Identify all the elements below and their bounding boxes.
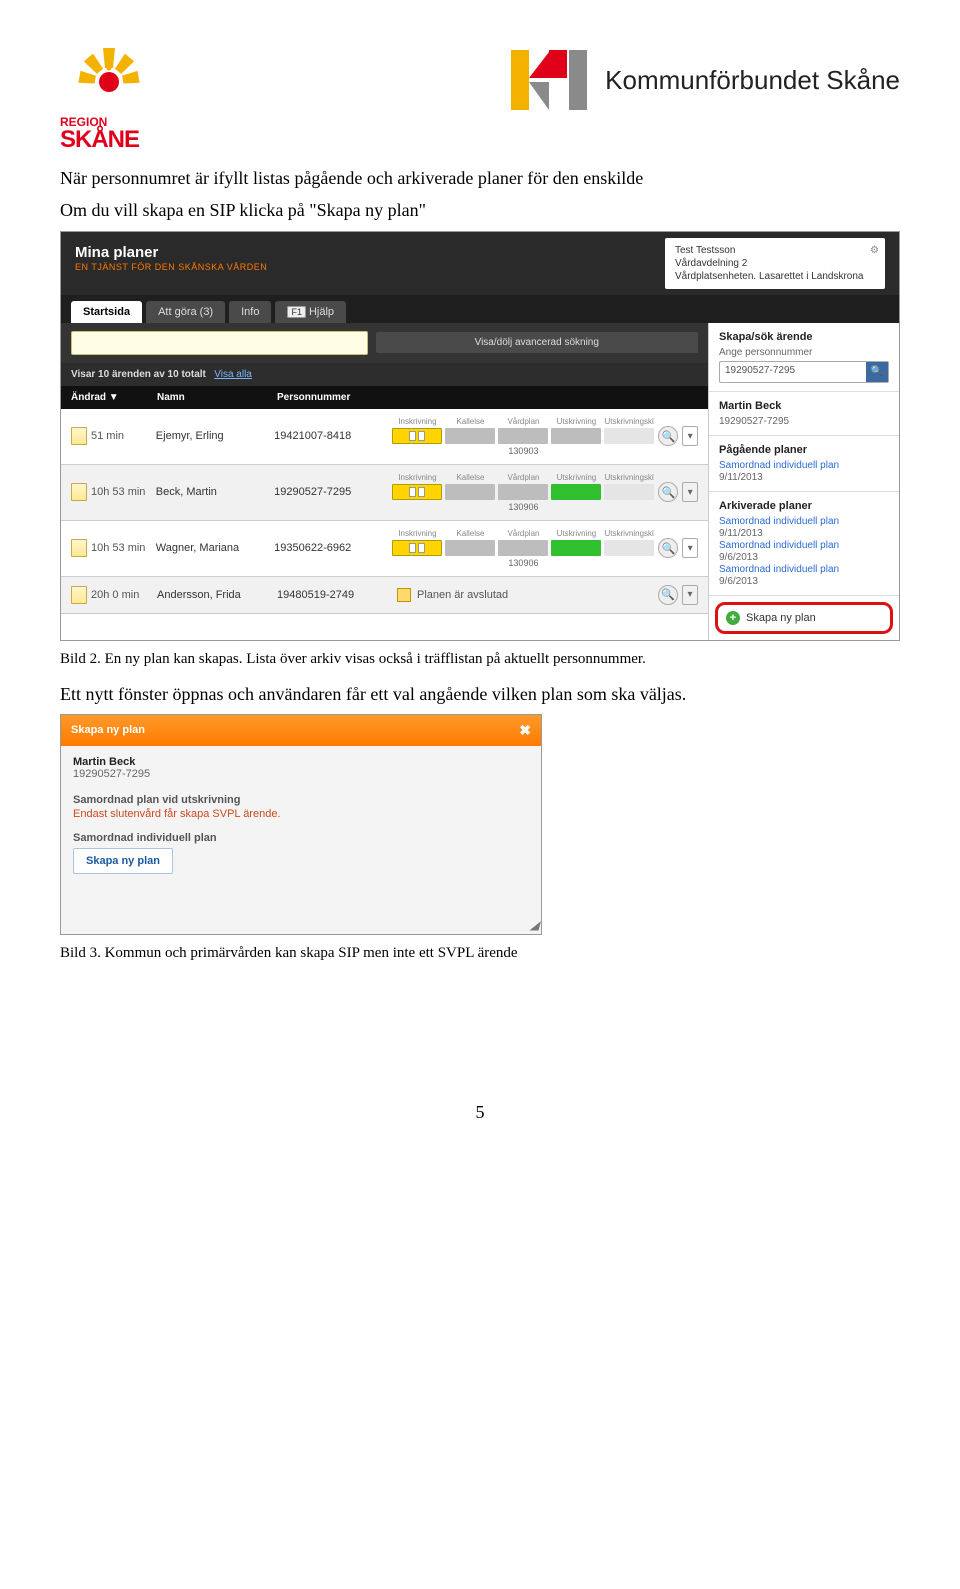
app-title: Mina planer EN TJÄNST FÖR DEN SKÅNSKA VÅ… [75, 238, 267, 289]
tab-hjalp[interactable]: F1Hjälp [275, 301, 346, 323]
para-intro-1: När personnumret är ifyllt listas pågåen… [60, 166, 900, 190]
caption-bild-3: Bild 3. Kommun och primärvården kan skap… [60, 945, 900, 962]
mail-icon [71, 539, 87, 557]
sidebar-person-name: Martin Beck [719, 400, 889, 412]
dialog-section-svpl: Samordnad plan vid utskrivning [73, 794, 529, 806]
table-row[interactable]: 51 min Ejemyr, Erling 19421007-8418 Insk… [61, 409, 708, 465]
col-changed[interactable]: Ändrad ▼ [71, 392, 157, 403]
table-row[interactable]: 20h 0 min Andersson, Frida 19480519-2749… [61, 577, 708, 614]
progress-steps: InskrivningKallelseVårdplanUtskrivningUt… [392, 473, 654, 512]
sidebar-archive-item[interactable]: Samordnad individuell plan [719, 564, 889, 575]
logo-ksk-text: Kommunförbundet Skåne [605, 65, 900, 96]
done-icon [397, 588, 411, 602]
col-personnummer[interactable]: Personnummer [277, 392, 397, 403]
magnifier-icon[interactable]: 🔍 [658, 538, 678, 558]
dialog-section-sip: Samordnad individuell plan [73, 832, 529, 844]
user-card[interactable]: Test Testsson Vårdavdelning 2 Vårdplatse… [665, 238, 885, 289]
toggle-advanced-search[interactable]: Visa/dölj avancerad sökning [376, 332, 699, 353]
dialog-title: Skapa ny plan [71, 724, 145, 736]
sidebar-create-heading: Skapa/sök ärende [719, 331, 889, 343]
link-show-all[interactable]: Visa alla [214, 369, 252, 380]
gear-icon[interactable]: ⚙ [870, 244, 879, 257]
logo-skane-name-text: SKÅNE [60, 126, 139, 153]
create-plan-button[interactable]: Skapa ny plan [73, 848, 173, 874]
table-row[interactable]: 10h 53 min Wagner, Mariana 19350622-6962… [61, 521, 708, 577]
sidebar-archive-item[interactable]: Samordnad individuell plan [719, 540, 889, 551]
tab-startsida[interactable]: Startsida [71, 301, 142, 323]
mail-icon [71, 427, 87, 445]
caption-bild-2: Bild 2. En ny plan kan skapas. Lista öve… [60, 651, 900, 668]
row-menu-icon[interactable]: ▾ [682, 585, 698, 605]
progress-steps: InskrivningKallelseVårdplanUtskrivningUt… [392, 529, 654, 568]
resize-handle-icon[interactable]: ◢ [530, 918, 539, 932]
progress-steps: InskrivningKallelseVårdplanUtskrivningUt… [392, 417, 654, 456]
search-input[interactable] [71, 331, 368, 355]
tab-att-gora[interactable]: Att göra (3) [146, 301, 225, 323]
logo-kommunforbundet-skane: Kommunförbundet Skåne [511, 40, 900, 120]
magnifier-icon[interactable]: 🔍 [658, 585, 678, 605]
sidebar-create-plan-button[interactable]: + Skapa ny plan [715, 602, 893, 634]
sidebar-person-pn: 19290527-7295 [719, 416, 889, 427]
row-menu-icon[interactable]: ▾ [682, 426, 698, 446]
dialog-person-pn: 19290527-7295 [73, 768, 529, 780]
sidebar-pending-item[interactable]: Samordnad individuell plan [719, 460, 889, 471]
sidebar: Skapa/sök ärende Ange personnummer 19290… [708, 323, 899, 640]
dialog-person-name: Martin Beck [73, 756, 529, 768]
col-name[interactable]: Namn [157, 392, 277, 403]
logo-region-skane: REGIONSKÅNE [60, 40, 160, 140]
row-menu-icon[interactable]: ▾ [682, 482, 698, 502]
magnifier-icon[interactable]: 🔍 [658, 482, 678, 502]
magnifier-icon[interactable]: 🔍 [658, 426, 678, 446]
user-name: Test Testsson [675, 244, 875, 257]
sidebar-pn-label: Ange personnummer [719, 347, 889, 358]
table-row[interactable]: 10h 53 min Beck, Martin 19290527-7295 In… [61, 465, 708, 521]
mail-icon [71, 586, 87, 604]
table-header: Ändrad ▼ Namn Personnummer [61, 386, 708, 409]
sidebar-archive-item[interactable]: Samordnad individuell plan [719, 516, 889, 527]
sidebar-archive-heading: Arkiverade planer [719, 500, 889, 512]
list-summary: Visar 10 ärenden av 10 totalt [71, 369, 206, 380]
close-icon[interactable]: ✖ [519, 722, 531, 739]
page-number: 5 [60, 1102, 900, 1123]
para-intro-2: Om du vill skapa en SIP klicka på "Skapa… [60, 198, 900, 222]
tab-info[interactable]: Info [229, 301, 271, 323]
tab-bar: Startsida Att göra (3) Info F1Hjälp [61, 295, 899, 323]
para-new-window: Ett nytt fönster öppnas och användaren f… [60, 682, 900, 706]
row-menu-icon[interactable]: ▾ [682, 538, 698, 558]
search-icon[interactable]: 🔍 [866, 362, 888, 382]
user-unit: Vårdavdelning 2 [675, 257, 875, 270]
screenshot-skapa-ny-plan: Skapa ny plan ✖ Martin Beck 19290527-729… [60, 714, 542, 935]
mail-icon [71, 483, 87, 501]
user-location: Vårdplatsenheten. Lasarettet i Landskron… [675, 270, 875, 283]
sidebar-pn-input[interactable]: 19290527-7295🔍 [719, 361, 889, 383]
plus-icon: + [726, 611, 740, 625]
screenshot-mina-planer: Mina planer EN TJÄNST FÖR DEN SKÅNSKA VÅ… [60, 231, 900, 641]
dialog-warning: Endast slutenvård får skapa SVPL ärende. [73, 808, 529, 820]
sidebar-pending-heading: Pågående planer [719, 444, 889, 456]
